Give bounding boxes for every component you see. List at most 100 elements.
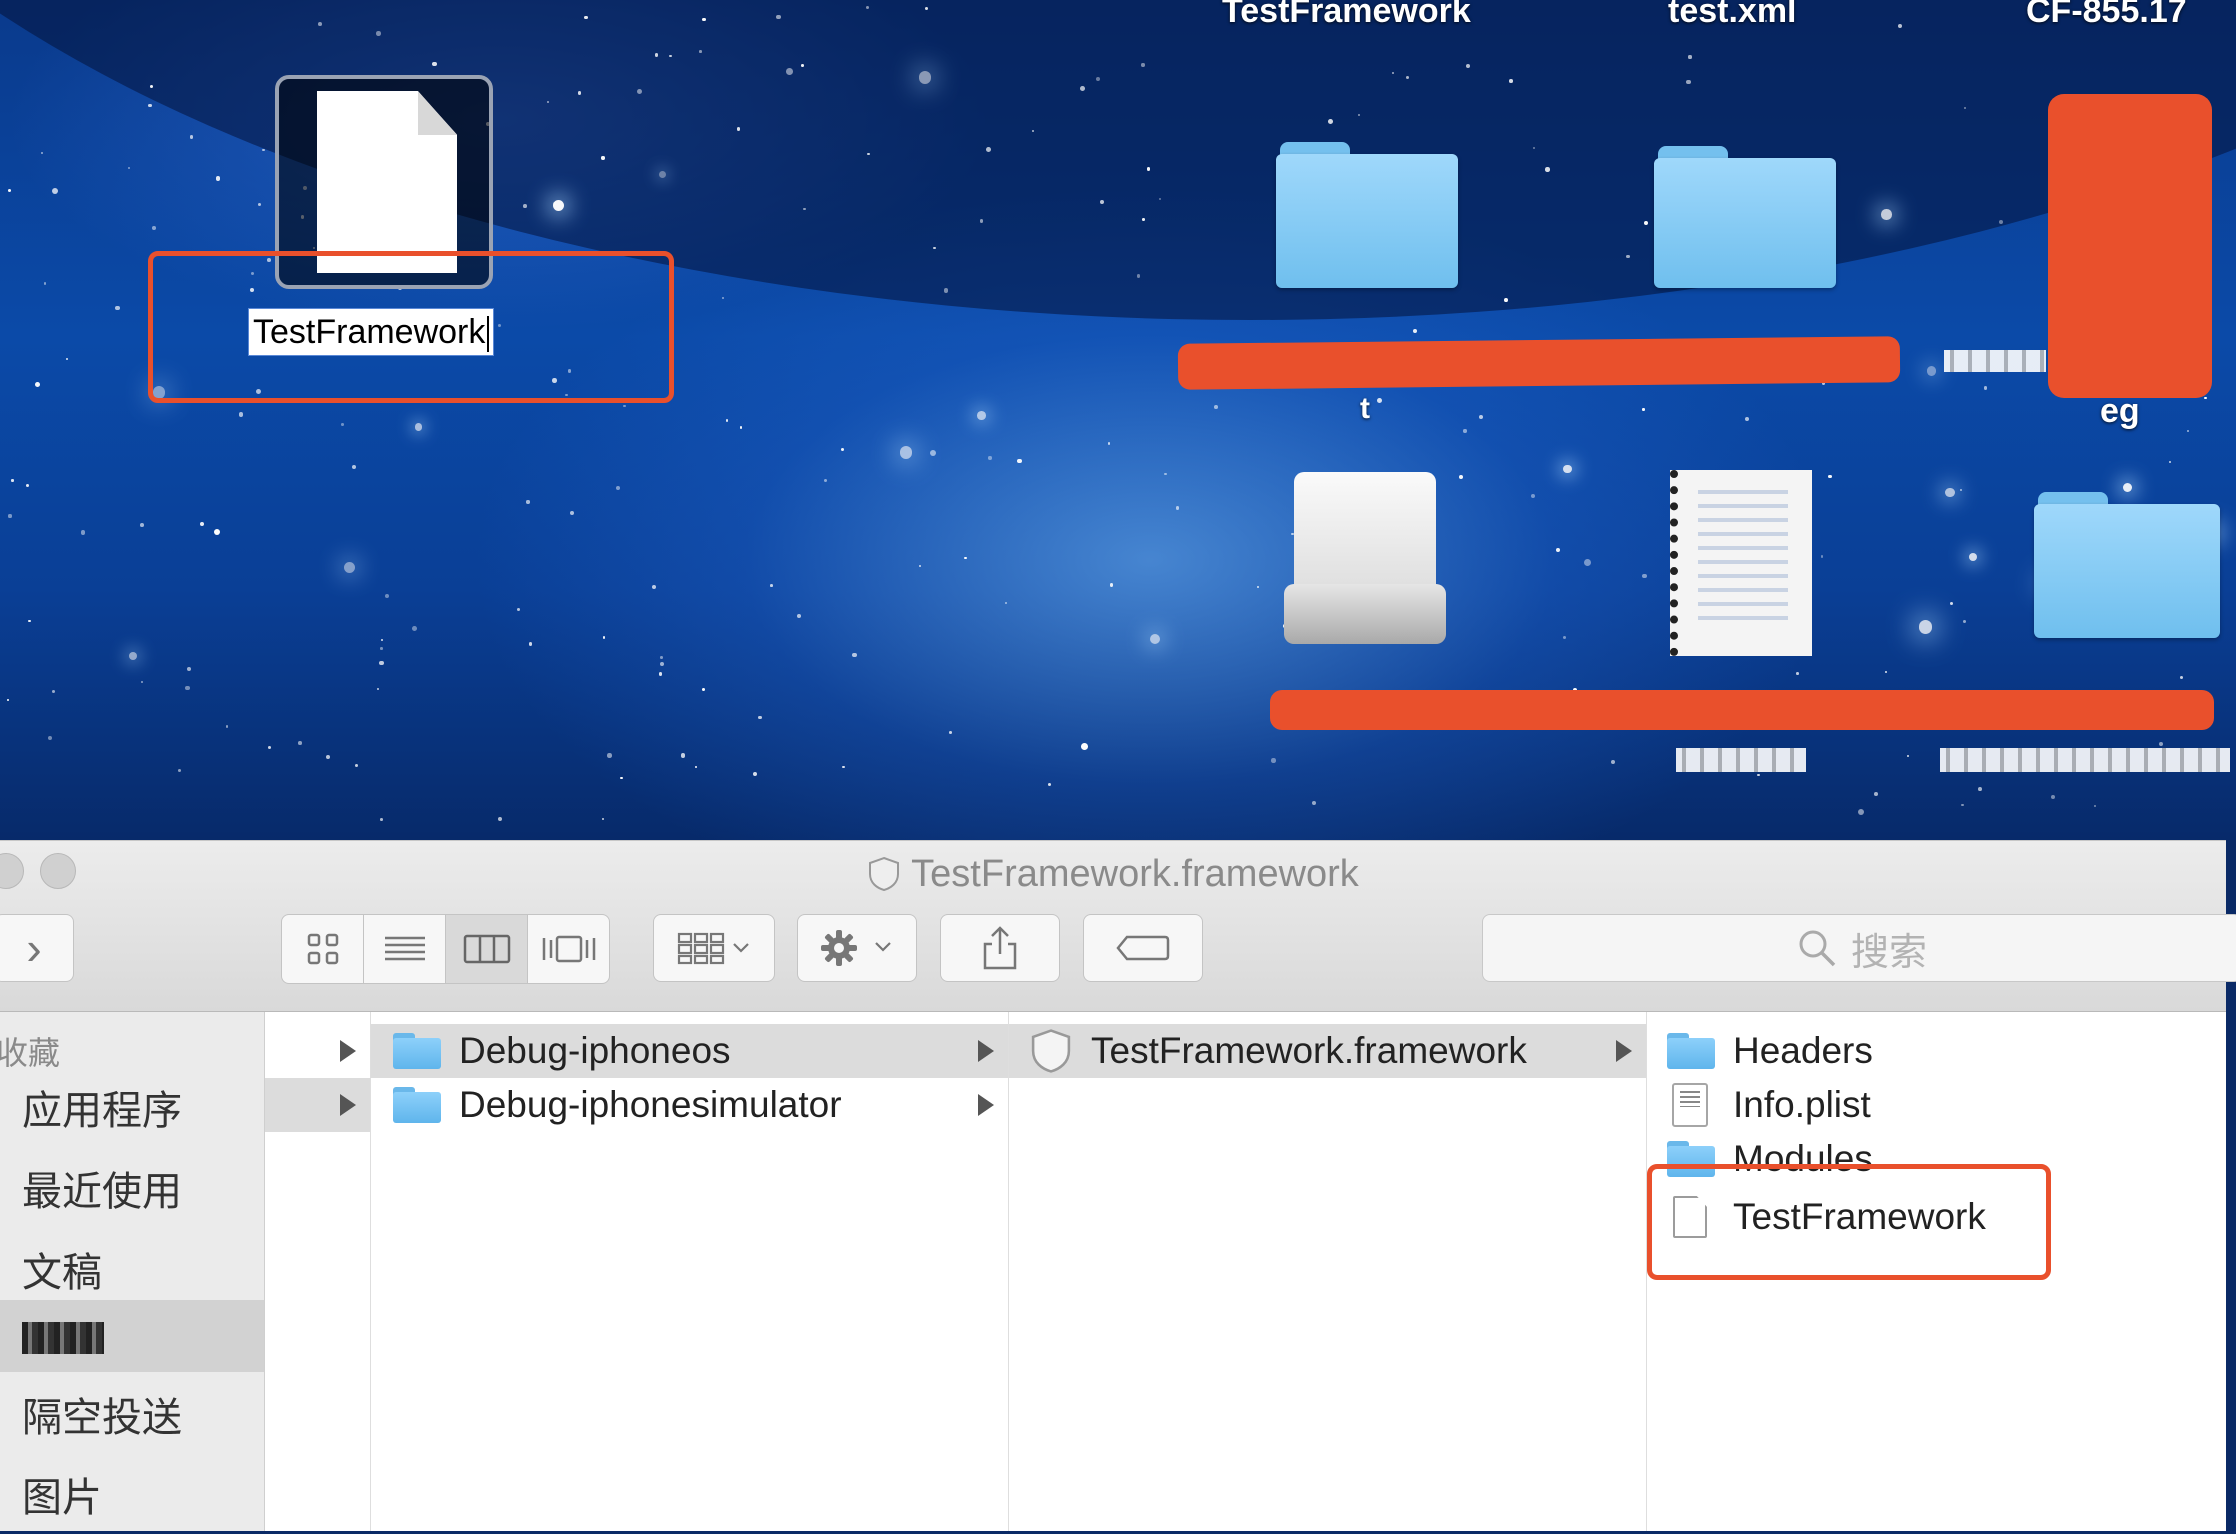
search-field[interactable]: 搜索 bbox=[1482, 914, 2236, 982]
list-item-headers[interactable]: Headers bbox=[1647, 1024, 2226, 1078]
wallpaper-star bbox=[919, 565, 922, 568]
share-button[interactable] bbox=[940, 914, 1060, 982]
desktop-label-fragment: t bbox=[1360, 392, 1370, 425]
disclosure-arrow-icon bbox=[1616, 1040, 1632, 1062]
item-name: Debug-iphonesimulator bbox=[459, 1084, 842, 1125]
wallpaper-star bbox=[1163, 472, 1167, 476]
wallpaper-star bbox=[1463, 429, 1467, 433]
list-item-debug-iphonesimulator[interactable]: Debug-iphonesimulator bbox=[371, 1078, 1008, 1132]
sidebar-item-airdrop[interactable]: 隔空投送 bbox=[0, 1382, 264, 1454]
wallpaper-star bbox=[659, 661, 664, 666]
wallpaper-star bbox=[385, 593, 390, 598]
wallpaper-star bbox=[1881, 209, 1892, 220]
wallpaper-star bbox=[2158, 741, 2164, 746]
arrange-button[interactable] bbox=[653, 914, 775, 982]
column-view-button[interactable] bbox=[446, 915, 528, 983]
wallpaper-star bbox=[8, 514, 12, 518]
list-item-debug-iphoneos[interactable]: Debug-iphoneos bbox=[371, 1024, 1008, 1078]
list-item-testframework-framework[interactable]: TestFramework.framework bbox=[1009, 1024, 1646, 1078]
wallpaper-star bbox=[51, 689, 55, 694]
wallpaper-star bbox=[1080, 86, 1085, 92]
view-mode-control[interactable] bbox=[281, 914, 610, 984]
wallpaper-star bbox=[213, 528, 220, 535]
wallpaper-star bbox=[376, 687, 379, 690]
wallpaper-star bbox=[988, 456, 992, 460]
wallpaper-star bbox=[1963, 619, 1967, 623]
list-icon bbox=[384, 936, 425, 961]
wallpaper-star bbox=[326, 755, 331, 760]
wallpaper-star bbox=[616, 485, 621, 490]
wallpaper-star bbox=[1531, 493, 1536, 499]
wallpaper-star bbox=[1642, 573, 1647, 579]
wallpaper-star bbox=[1884, 670, 1887, 674]
arrange-icon bbox=[677, 932, 749, 965]
tag-button[interactable] bbox=[1083, 914, 1203, 982]
wallpaper-star bbox=[900, 446, 913, 459]
search-placeholder: 搜索 bbox=[1850, 931, 1927, 974]
wallpaper-star bbox=[34, 381, 40, 387]
forward-button[interactable]: › bbox=[0, 914, 74, 982]
list-item[interactable] bbox=[265, 1078, 370, 1132]
wallpaper-star bbox=[721, 296, 724, 299]
wallpaper-star bbox=[659, 170, 667, 178]
sidebar-item-applications[interactable]: 应用程序 bbox=[0, 1075, 264, 1147]
wallpaper-star bbox=[636, 89, 642, 95]
desktop-label-cf: CF-855.17 bbox=[2026, 0, 2187, 30]
wallpaper-star bbox=[979, 219, 983, 223]
sidebar-item-recents[interactable]: 最近使用 bbox=[0, 1156, 264, 1228]
drive-icon[interactable] bbox=[1284, 472, 1446, 652]
desktop-label-test-xml: test.xml bbox=[1668, 0, 1797, 30]
wallpaper-star bbox=[1109, 583, 1113, 587]
list-item[interactable] bbox=[265, 1024, 370, 1078]
gear-icon bbox=[821, 930, 891, 966]
desktop-folder-icon-3[interactable] bbox=[2034, 492, 2220, 638]
desktop-folder-icon-1[interactable] bbox=[1276, 142, 1458, 288]
wallpaper-star bbox=[867, 152, 870, 155]
wallpaper-star bbox=[43, 282, 47, 285]
grid-icon bbox=[307, 933, 338, 965]
wallpaper-star bbox=[658, 672, 663, 676]
wallpaper-star bbox=[694, 765, 698, 769]
sidebar-item-home[interactable] bbox=[0, 1300, 264, 1372]
wallpaper-star bbox=[1626, 254, 1630, 259]
wallpaper-star bbox=[753, 772, 758, 777]
wallpaper-star bbox=[2186, 429, 2189, 433]
wallpaper-star bbox=[80, 530, 85, 535]
wallpaper-star bbox=[1961, 804, 1964, 807]
annotation-box-desktop bbox=[148, 251, 674, 403]
desktop-folder-icon-2[interactable] bbox=[1654, 146, 1836, 288]
sidebar-item-pictures[interactable]: 图片 bbox=[0, 1462, 264, 1534]
item-name: Info.plist bbox=[1733, 1084, 1871, 1125]
wallpaper-star bbox=[1642, 408, 1645, 411]
notebook-file-icon[interactable] bbox=[1670, 470, 1812, 656]
wallpaper-star bbox=[1214, 404, 1219, 409]
wallpaper-star bbox=[2122, 482, 2133, 493]
list-view-button[interactable] bbox=[364, 915, 446, 983]
wallpaper-star bbox=[1757, 773, 1760, 777]
wallpaper-star bbox=[152, 226, 156, 230]
action-button[interactable] bbox=[797, 914, 917, 982]
sidebar-item-documents[interactable]: 文稿 bbox=[0, 1237, 264, 1309]
disclosure-arrow-icon bbox=[978, 1094, 994, 1116]
wallpaper-star bbox=[1532, 146, 1535, 150]
tag-icon bbox=[1116, 935, 1170, 961]
wallpaper-star bbox=[225, 725, 229, 728]
wallpaper-star bbox=[932, 246, 936, 250]
wallpaper-star bbox=[186, 666, 192, 672]
wallpaper-star bbox=[1563, 464, 1572, 474]
pixelated-label bbox=[1944, 350, 2046, 372]
wallpaper-star bbox=[1257, 585, 1260, 588]
plist-file-icon bbox=[1672, 1083, 1708, 1127]
wallpaper-star bbox=[1545, 167, 1550, 172]
wallpaper-star bbox=[841, 448, 845, 452]
wallpaper-star bbox=[215, 176, 221, 181]
column-1 bbox=[265, 1012, 371, 1531]
wallpaper-star bbox=[948, 731, 952, 734]
gallery-icon bbox=[542, 935, 595, 963]
pixelated-username bbox=[22, 1322, 104, 1355]
wallpaper-star bbox=[619, 776, 623, 780]
list-item-info-plist[interactable]: Info.plist bbox=[1647, 1078, 2226, 1132]
gallery-view-button[interactable] bbox=[528, 915, 609, 983]
wallpaper-star bbox=[1610, 760, 1615, 765]
icon-view-button[interactable] bbox=[282, 915, 364, 983]
